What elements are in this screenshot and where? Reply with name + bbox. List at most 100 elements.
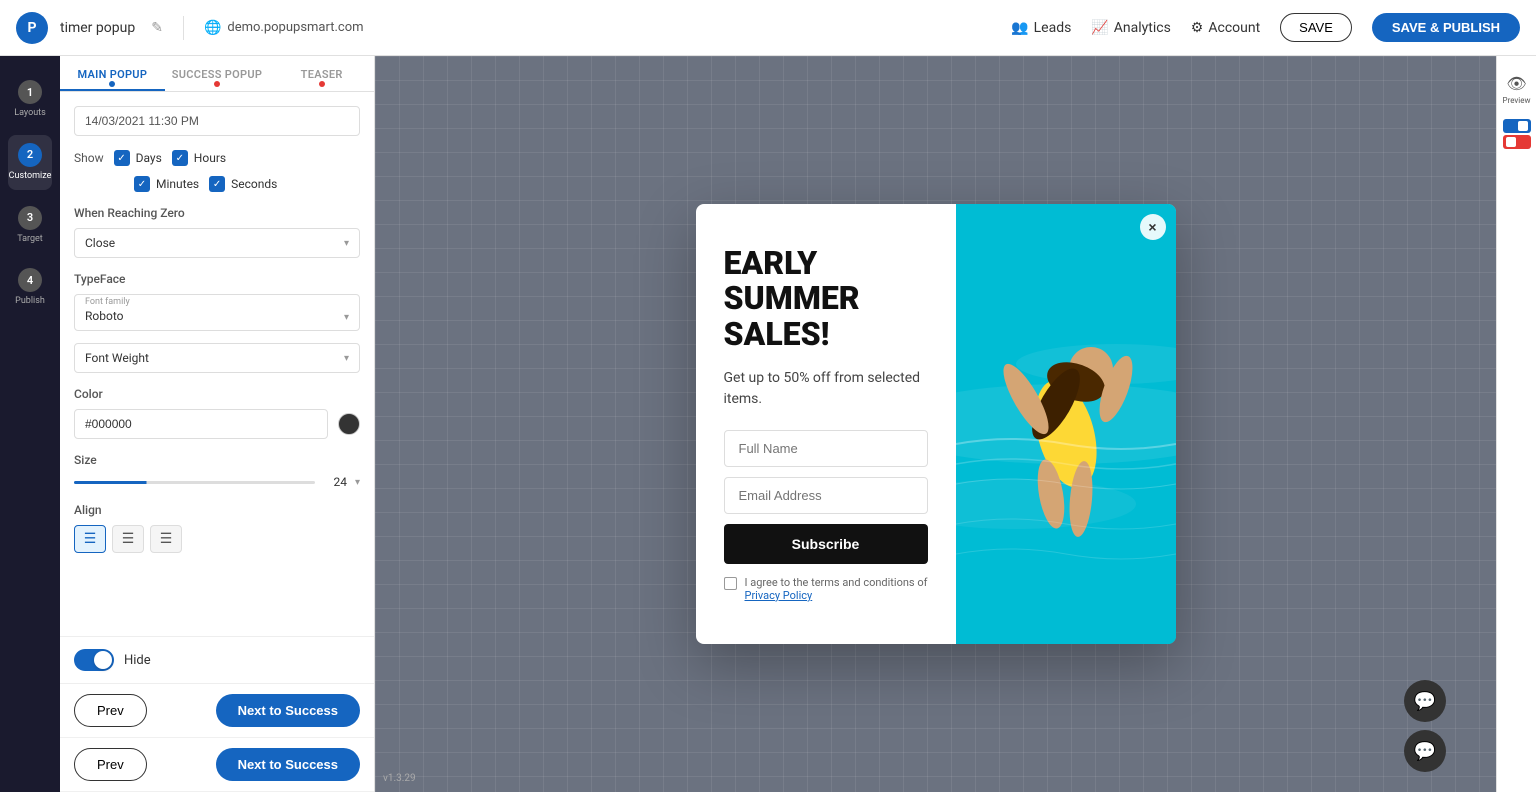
hours-checkbox-group: Hours — [172, 150, 226, 166]
font-family-select[interactable]: Font family Roboto ▾ — [74, 294, 360, 331]
font-weight-select[interactable]: Font Weight ▾ — [74, 343, 360, 373]
app-logo[interactable]: P — [16, 12, 48, 44]
popup-background — [956, 204, 1176, 644]
preview-button[interactable]: 👁 Preview — [1499, 68, 1535, 111]
step-label-4: Publish — [15, 296, 45, 307]
app-name: timer popup — [60, 20, 135, 36]
days-checkbox[interactable] — [114, 150, 130, 166]
globe-icon: 🌐 — [204, 20, 221, 36]
typeface-group: TypeFace Font family Roboto ▾ Font Weigh… — [74, 272, 360, 373]
prev-button-1[interactable]: Prev — [74, 694, 147, 727]
nav-divider — [183, 16, 184, 40]
hide-label: Hide — [124, 653, 151, 668]
leads-nav-item[interactable]: 👥 Leads — [1011, 20, 1071, 36]
align-left-button[interactable]: ☰ — [74, 525, 106, 553]
tab-main-popup[interactable]: MAIN POPUP — [60, 56, 165, 91]
preview-toggles — [1503, 119, 1531, 149]
show-group: Show Days Hours Minutes — [74, 150, 360, 192]
eye-icon: 👁 — [1506, 74, 1526, 93]
font-family-sublabel: Font family — [85, 297, 130, 307]
size-group: Size 24 ▾ — [74, 453, 360, 489]
settings-panel: MAIN POPUP SUCCESS POPUP TEASER Show — [60, 56, 375, 792]
main-layout: 1 Layouts 2 Customize 3 Target 4 Publish… — [0, 56, 1536, 792]
full-name-input[interactable] — [724, 430, 928, 467]
step-target[interactable]: 3 Target — [8, 198, 52, 253]
prev-button-2[interactable]: Prev — [74, 748, 147, 781]
step-layouts[interactable]: 1 Layouts — [8, 72, 52, 127]
analytics-nav-item[interactable]: 📈 Analytics — [1091, 20, 1170, 36]
terms-text: I agree to the terms and conditions of P… — [745, 576, 928, 602]
step-num-3: 3 — [18, 206, 42, 230]
toggle-knob-red — [1506, 137, 1516, 147]
font-weight-value: Font Weight — [85, 351, 344, 365]
chevron-down-icon: ▾ — [344, 238, 349, 249]
size-slider[interactable] — [74, 481, 315, 484]
minutes-checkbox[interactable] — [134, 176, 150, 192]
datetime-input[interactable] — [74, 106, 360, 136]
analytics-icon: 📈 — [1091, 20, 1108, 36]
hide-toggle[interactable] — [74, 649, 114, 671]
edit-icon[interactable]: ✎ — [151, 20, 163, 36]
days-checkbox-group: Days — [114, 150, 162, 166]
seconds-label: Seconds — [231, 177, 277, 191]
leads-icon: 👥 — [1011, 20, 1028, 36]
step-publish[interactable]: 4 Publish — [8, 260, 52, 315]
seconds-checkbox[interactable] — [209, 176, 225, 192]
align-right-button[interactable]: ☰ — [150, 525, 182, 553]
preview-toggle-red[interactable] — [1503, 135, 1531, 149]
seconds-checkbox-group: Seconds — [209, 176, 277, 192]
color-swatch[interactable] — [338, 413, 360, 435]
step-sidebar: 1 Layouts 2 Customize 3 Target 4 Publish — [0, 56, 60, 792]
preview-label: Preview — [1503, 96, 1531, 105]
canvas: × EARLY SUMMER SALES! Get up to 50% off … — [375, 56, 1496, 792]
font-family-text-group: Font family Roboto — [85, 297, 130, 323]
hours-checkbox[interactable] — [172, 150, 188, 166]
popup-left: EARLY SUMMER SALES! Get up to 50% off fr… — [696, 204, 956, 644]
popup-close-button[interactable]: × — [1140, 214, 1166, 240]
terms-checkbox[interactable] — [724, 577, 737, 590]
font-weight-chevron-icon: ▾ — [344, 353, 349, 364]
size-label: Size — [74, 453, 360, 467]
days-label: Days — [136, 151, 162, 165]
reaching-zero-label: When Reaching Zero — [74, 206, 360, 220]
size-value: 24 — [323, 475, 347, 489]
size-row: 24 ▾ — [74, 475, 360, 489]
email-input[interactable] — [724, 477, 928, 514]
footer-btn-row-1: Prev Next to Success — [60, 684, 374, 738]
tab-teaser[interactable]: TEASER — [269, 56, 374, 91]
step-label-1: Layouts — [14, 108, 46, 119]
font-family-value: Roboto — [85, 309, 130, 323]
popup-title: EARLY SUMMER SALES! — [724, 246, 928, 352]
next-success-button-2[interactable]: Next to Success — [216, 748, 360, 781]
font-chevron-icon: ▾ — [344, 312, 349, 323]
popup-preview: × EARLY SUMMER SALES! Get up to 50% off … — [696, 204, 1176, 644]
chat-button-2[interactable]: 💬 — [1404, 730, 1446, 772]
account-nav-item[interactable]: ⚙ Account — [1191, 20, 1260, 36]
save-publish-button[interactable]: SAVE & PUBLISH — [1372, 13, 1520, 42]
reaching-zero-value: Close — [85, 236, 344, 250]
subscribe-button[interactable]: Subscribe — [724, 524, 928, 564]
account-icon: ⚙ — [1191, 20, 1204, 36]
next-success-button-1[interactable]: Next to Success — [216, 694, 360, 727]
step-label-2: Customize — [9, 171, 52, 182]
tab-success-popup[interactable]: SUCCESS POPUP — [165, 56, 270, 91]
popup-terms: I agree to the terms and conditions of P… — [724, 576, 928, 602]
preview-toggle-blue[interactable] — [1503, 119, 1531, 133]
tab-dot-main — [109, 81, 115, 87]
footer-btn-row-2: Prev Next to Success — [60, 738, 374, 792]
chat-button-1[interactable]: 💬 — [1404, 680, 1446, 722]
align-label: Align — [74, 503, 360, 517]
save-button[interactable]: SAVE — [1280, 13, 1352, 42]
popup-subtitle: Get up to 50% off from selected items. — [724, 368, 928, 410]
align-center-button[interactable]: ☰ — [112, 525, 144, 553]
step-label-3: Target — [17, 234, 43, 245]
popup-image — [956, 204, 1176, 644]
reaching-zero-select[interactable]: Close ▾ — [74, 228, 360, 258]
step-customize[interactable]: 2 Customize — [8, 135, 52, 190]
color-group: Color — [74, 387, 360, 439]
step-num-4: 4 — [18, 268, 42, 292]
color-input[interactable] — [74, 409, 328, 439]
privacy-policy-link[interactable]: Privacy Policy — [745, 589, 813, 602]
datetime-group — [74, 106, 360, 136]
align-row: ☰ ☰ ☰ — [74, 525, 360, 553]
